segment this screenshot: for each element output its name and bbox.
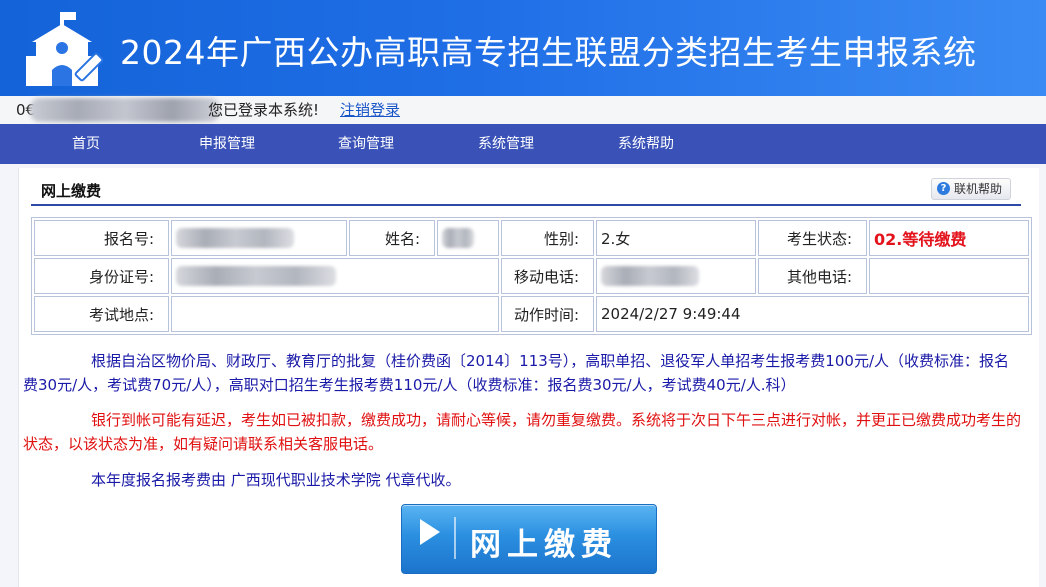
page-title: 网上缴费 — [41, 182, 102, 200]
reg-no-label: 报名号: — [34, 220, 169, 256]
nav-item-help[interactable]: 系统帮助 — [618, 124, 674, 164]
reg-no-value — [171, 220, 347, 256]
nav-item-application[interactable]: 申报管理 — [199, 124, 255, 164]
table-row: 考试地点: 动作时间: 2024/2/27 9:49:44 — [34, 296, 1029, 332]
online-payment-button[interactable]: 网上缴费 — [401, 504, 657, 574]
action-time-value: 2024/2/27 9:49:44 — [596, 296, 1029, 332]
payment-delay-warning: 银行到帐可能有延迟，考生如已被扣款，缴费成功，请耐心等候，请勿重复缴费。系统将于… — [23, 411, 1022, 453]
candidate-info-table: 报名号: 姓名: 性别: 2.女 考生状态: 02.等待缴费 身份证号: 移动电… — [31, 217, 1032, 335]
status-badge: 02.等待缴费 — [869, 220, 1029, 256]
other-phone-label: 其他电话: — [758, 258, 867, 294]
status-label: 考生状态: — [758, 220, 867, 256]
play-icon — [420, 519, 440, 545]
name-label: 姓名: — [349, 220, 435, 256]
online-help-button[interactable]: ? 联机帮助 — [931, 178, 1011, 200]
name-value — [437, 220, 499, 256]
school-edit-icon — [26, 12, 104, 86]
exam-site-value — [171, 296, 499, 332]
collection-agency-notice: 本年度报名报考费由 广西现代职业技术学院 代章代收。 — [91, 471, 461, 489]
online-payment-label: 网上缴费 — [470, 527, 618, 563]
redacted-id-number — [176, 266, 336, 286]
exam-site-label: 考试地点: — [34, 296, 169, 332]
system-title: 2024年广西公办高职高专招生联盟分类招生考生申报系统 — [120, 33, 977, 72]
header-banner: 2024年广西公办高职高专招生联盟分类招生考生申报系统 — [0, 0, 1046, 96]
button-divider — [454, 517, 456, 559]
main-nav: 首页 申报管理 查询管理 系统管理 系统帮助 — [0, 124, 1046, 164]
redacted-reg-no — [176, 228, 294, 248]
id-number-value — [171, 258, 499, 294]
nav-item-system[interactable]: 系统管理 — [478, 124, 534, 164]
login-message: 您已登录本系统! — [208, 101, 320, 119]
id-number-label: 身份证号: — [34, 258, 169, 294]
user-status-bar: 0€ 您已登录本系统! 注销登录 — [0, 96, 1046, 124]
nav-item-home[interactable]: 首页 — [72, 124, 100, 164]
title-divider — [31, 204, 1021, 206]
redacted-user-info — [30, 98, 220, 122]
table-row: 报名号: 姓名: 性别: 2.女 考生状态: 02.等待缴费 — [34, 220, 1029, 256]
table-row: 身份证号: 移动电话: 其他电话: — [34, 258, 1029, 294]
mobile-label: 移动电话: — [501, 258, 594, 294]
action-time-label: 动作时间: — [501, 296, 594, 332]
online-help-label: 联机帮助 — [954, 182, 1003, 196]
gender-label: 性别: — [501, 220, 594, 256]
redacted-name — [442, 228, 474, 248]
payment-panel: 网上缴费 ? 联机帮助 报名号: 姓名: 性别: 2.女 考生状态: 02.等待… — [18, 168, 1039, 587]
nav-item-query[interactable]: 查询管理 — [338, 124, 394, 164]
mobile-value — [596, 258, 756, 294]
fee-notice: 根据自治区物价局、财政厅、教育厅的批复（桂价费函〔2014〕113号），高职单招… — [23, 352, 1009, 394]
gender-value: 2.女 — [596, 220, 756, 256]
question-circle-icon: ? — [937, 182, 950, 195]
other-phone-value — [869, 258, 1029, 294]
logout-link[interactable]: 注销登录 — [340, 96, 400, 124]
redacted-mobile — [601, 266, 699, 286]
